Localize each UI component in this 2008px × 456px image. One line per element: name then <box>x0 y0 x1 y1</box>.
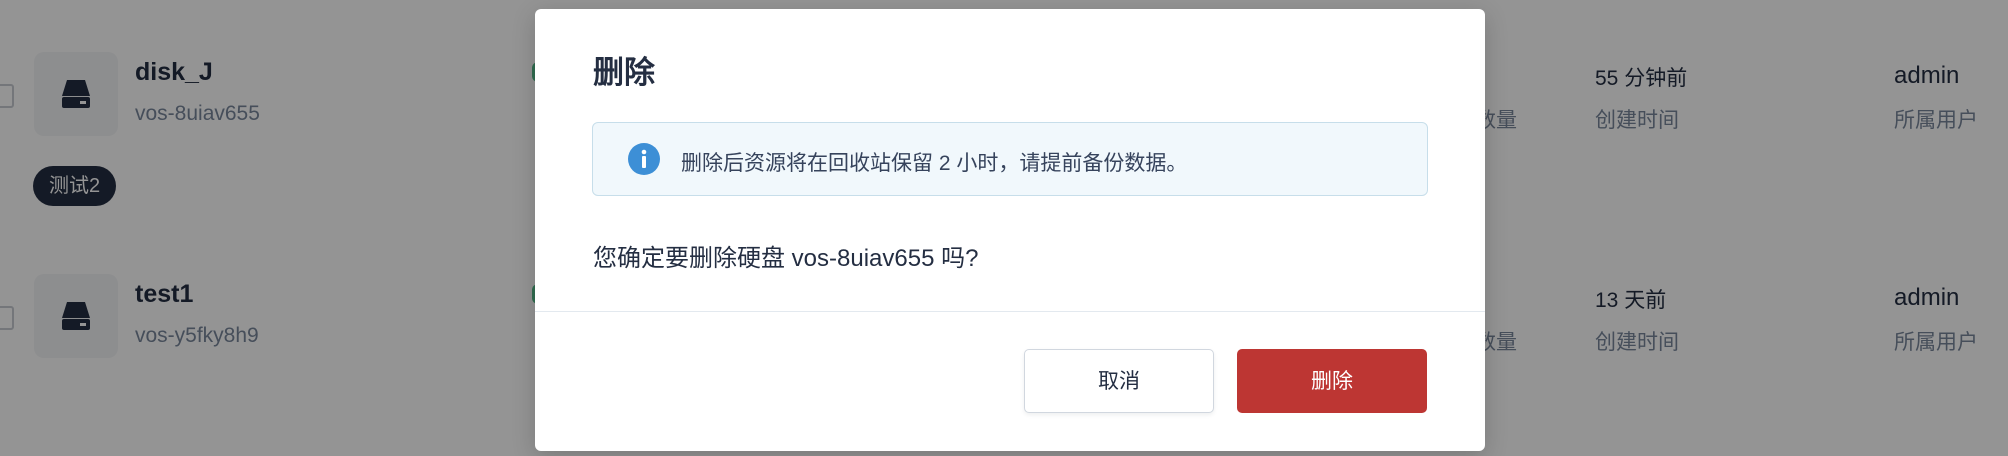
confirm-message: 您确定要删除硬盘 vos-8uiav655 吗? <box>593 245 979 272</box>
cancel-button[interactable]: 取消 <box>1024 349 1214 413</box>
info-icon <box>628 143 660 175</box>
delete-button[interactable]: 删除 <box>1237 349 1427 413</box>
dialog-divider <box>535 311 1485 312</box>
info-alert-text: 删除后资源将在回收站保留 2 小时，请提前备份数据。 <box>681 152 1188 175</box>
dialog-title: 删除 <box>593 55 655 90</box>
delete-dialog: 删除 删除后资源将在回收站保留 2 小时，请提前备份数据。 您确定要删除硬盘 v… <box>535 9 1485 451</box>
info-alert: 删除后资源将在回收站保留 2 小时，请提前备份数据。 <box>592 122 1428 196</box>
